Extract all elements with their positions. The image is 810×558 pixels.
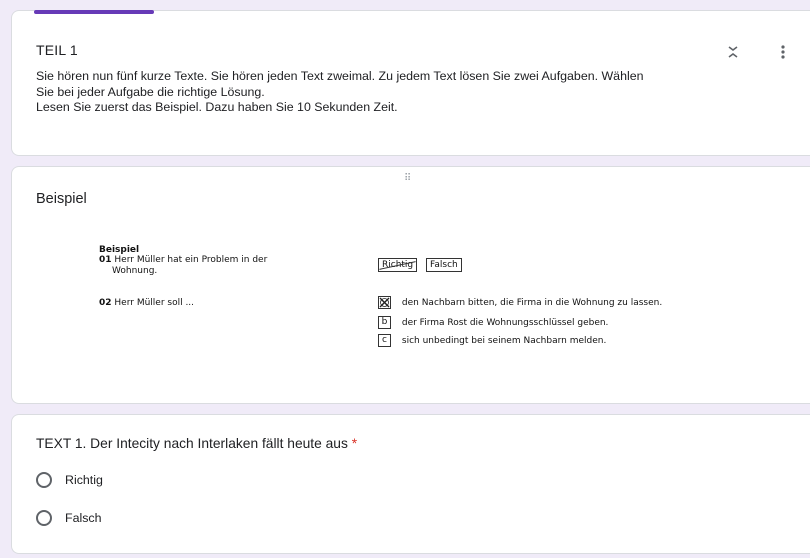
- q02-number: 02: [99, 298, 112, 308]
- q01-option-falsch: Falsch: [426, 258, 462, 272]
- required-asterisk: *: [351, 436, 358, 451]
- radio-label: Richtig: [65, 473, 103, 487]
- example-title: Beispiel: [36, 191, 87, 207]
- radio-button[interactable]: [36, 472, 52, 488]
- q01-text-continued: Wohnung.: [112, 266, 158, 276]
- radio-label: Falsch: [65, 511, 102, 525]
- section-title: TEIL 1: [36, 42, 78, 58]
- collapse-icon[interactable]: [724, 45, 742, 63]
- description-line: Sie hören nun fünf kurze Texte. Sie höre…: [36, 69, 644, 83]
- drag-handle-icon[interactable]: ⠿: [404, 173, 412, 184]
- example-heading: Beispiel: [99, 245, 140, 255]
- q02-option-c-box: c: [378, 334, 391, 347]
- description-line: Sie bei jeder Aufgabe die richtige Lösun…: [36, 84, 265, 99]
- question-text: TEXT 1. Der Intecity nach Interlaken fäl…: [36, 436, 348, 451]
- q02-text: Herr Müller soll ...: [114, 298, 195, 308]
- q02-option-c-text: sich unbedingt bei seinem Nachbarn melde…: [401, 336, 607, 346]
- section-accent-bar: [34, 10, 154, 14]
- more-vert-icon[interactable]: [774, 45, 792, 63]
- radio-option-richtig[interactable]: Richtig: [36, 472, 103, 488]
- q02-option-b-text: der Firma Rost die Wohnungsschlüssel geb…: [401, 318, 609, 328]
- radio-button[interactable]: [36, 510, 52, 526]
- q01-text: Herr Müller hat ein Problem in der: [114, 255, 268, 265]
- q02-option-b-box: b: [378, 316, 391, 329]
- question-card: TEXT 1. Der Intecity nach Interlaken fäl…: [11, 414, 810, 554]
- section-description: Sie hören nun fünf kurze Texte. Sie höre…: [36, 69, 794, 116]
- q02-option-a-checked-icon: [378, 296, 391, 309]
- radio-option-falsch[interactable]: Falsch: [36, 510, 102, 526]
- question-title: TEXT 1. Der Intecity nach Interlaken fäl…: [36, 436, 357, 451]
- q02-option-a-text: den Nachbarn bitten, die Firma in die Wo…: [401, 298, 663, 308]
- section-header-card: TEIL 1 Sie hören nun fünf kurze Texte. S…: [11, 10, 810, 156]
- example-card: ⠿ Beispiel Beispiel 01 Herr Müller hat e…: [11, 166, 810, 404]
- q01-number: 01: [99, 255, 112, 265]
- description-line: Lesen Sie zuerst das Beispiel. Dazu habe…: [36, 100, 398, 114]
- q01-option-richtig-crossed: Richtig: [378, 258, 418, 272]
